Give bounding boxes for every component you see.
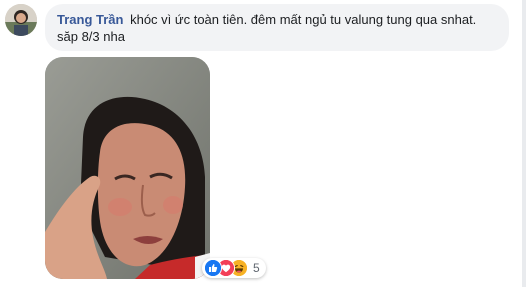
comment-author-link[interactable]: Trang Trần	[57, 12, 123, 27]
reaction-count: 5	[253, 261, 260, 275]
comment-photo[interactable]	[45, 57, 210, 279]
avatar[interactable]	[5, 4, 37, 36]
avatar-image	[5, 4, 37, 36]
scrollbar[interactable]	[522, 0, 526, 287]
selfie-photo	[45, 57, 210, 279]
reactions-summary[interactable]: 5	[202, 258, 266, 278]
comment-bubble: Trang Trần khóc vì ức toàn tiên. đêm mất…	[45, 4, 509, 51]
like-icon	[204, 259, 222, 277]
